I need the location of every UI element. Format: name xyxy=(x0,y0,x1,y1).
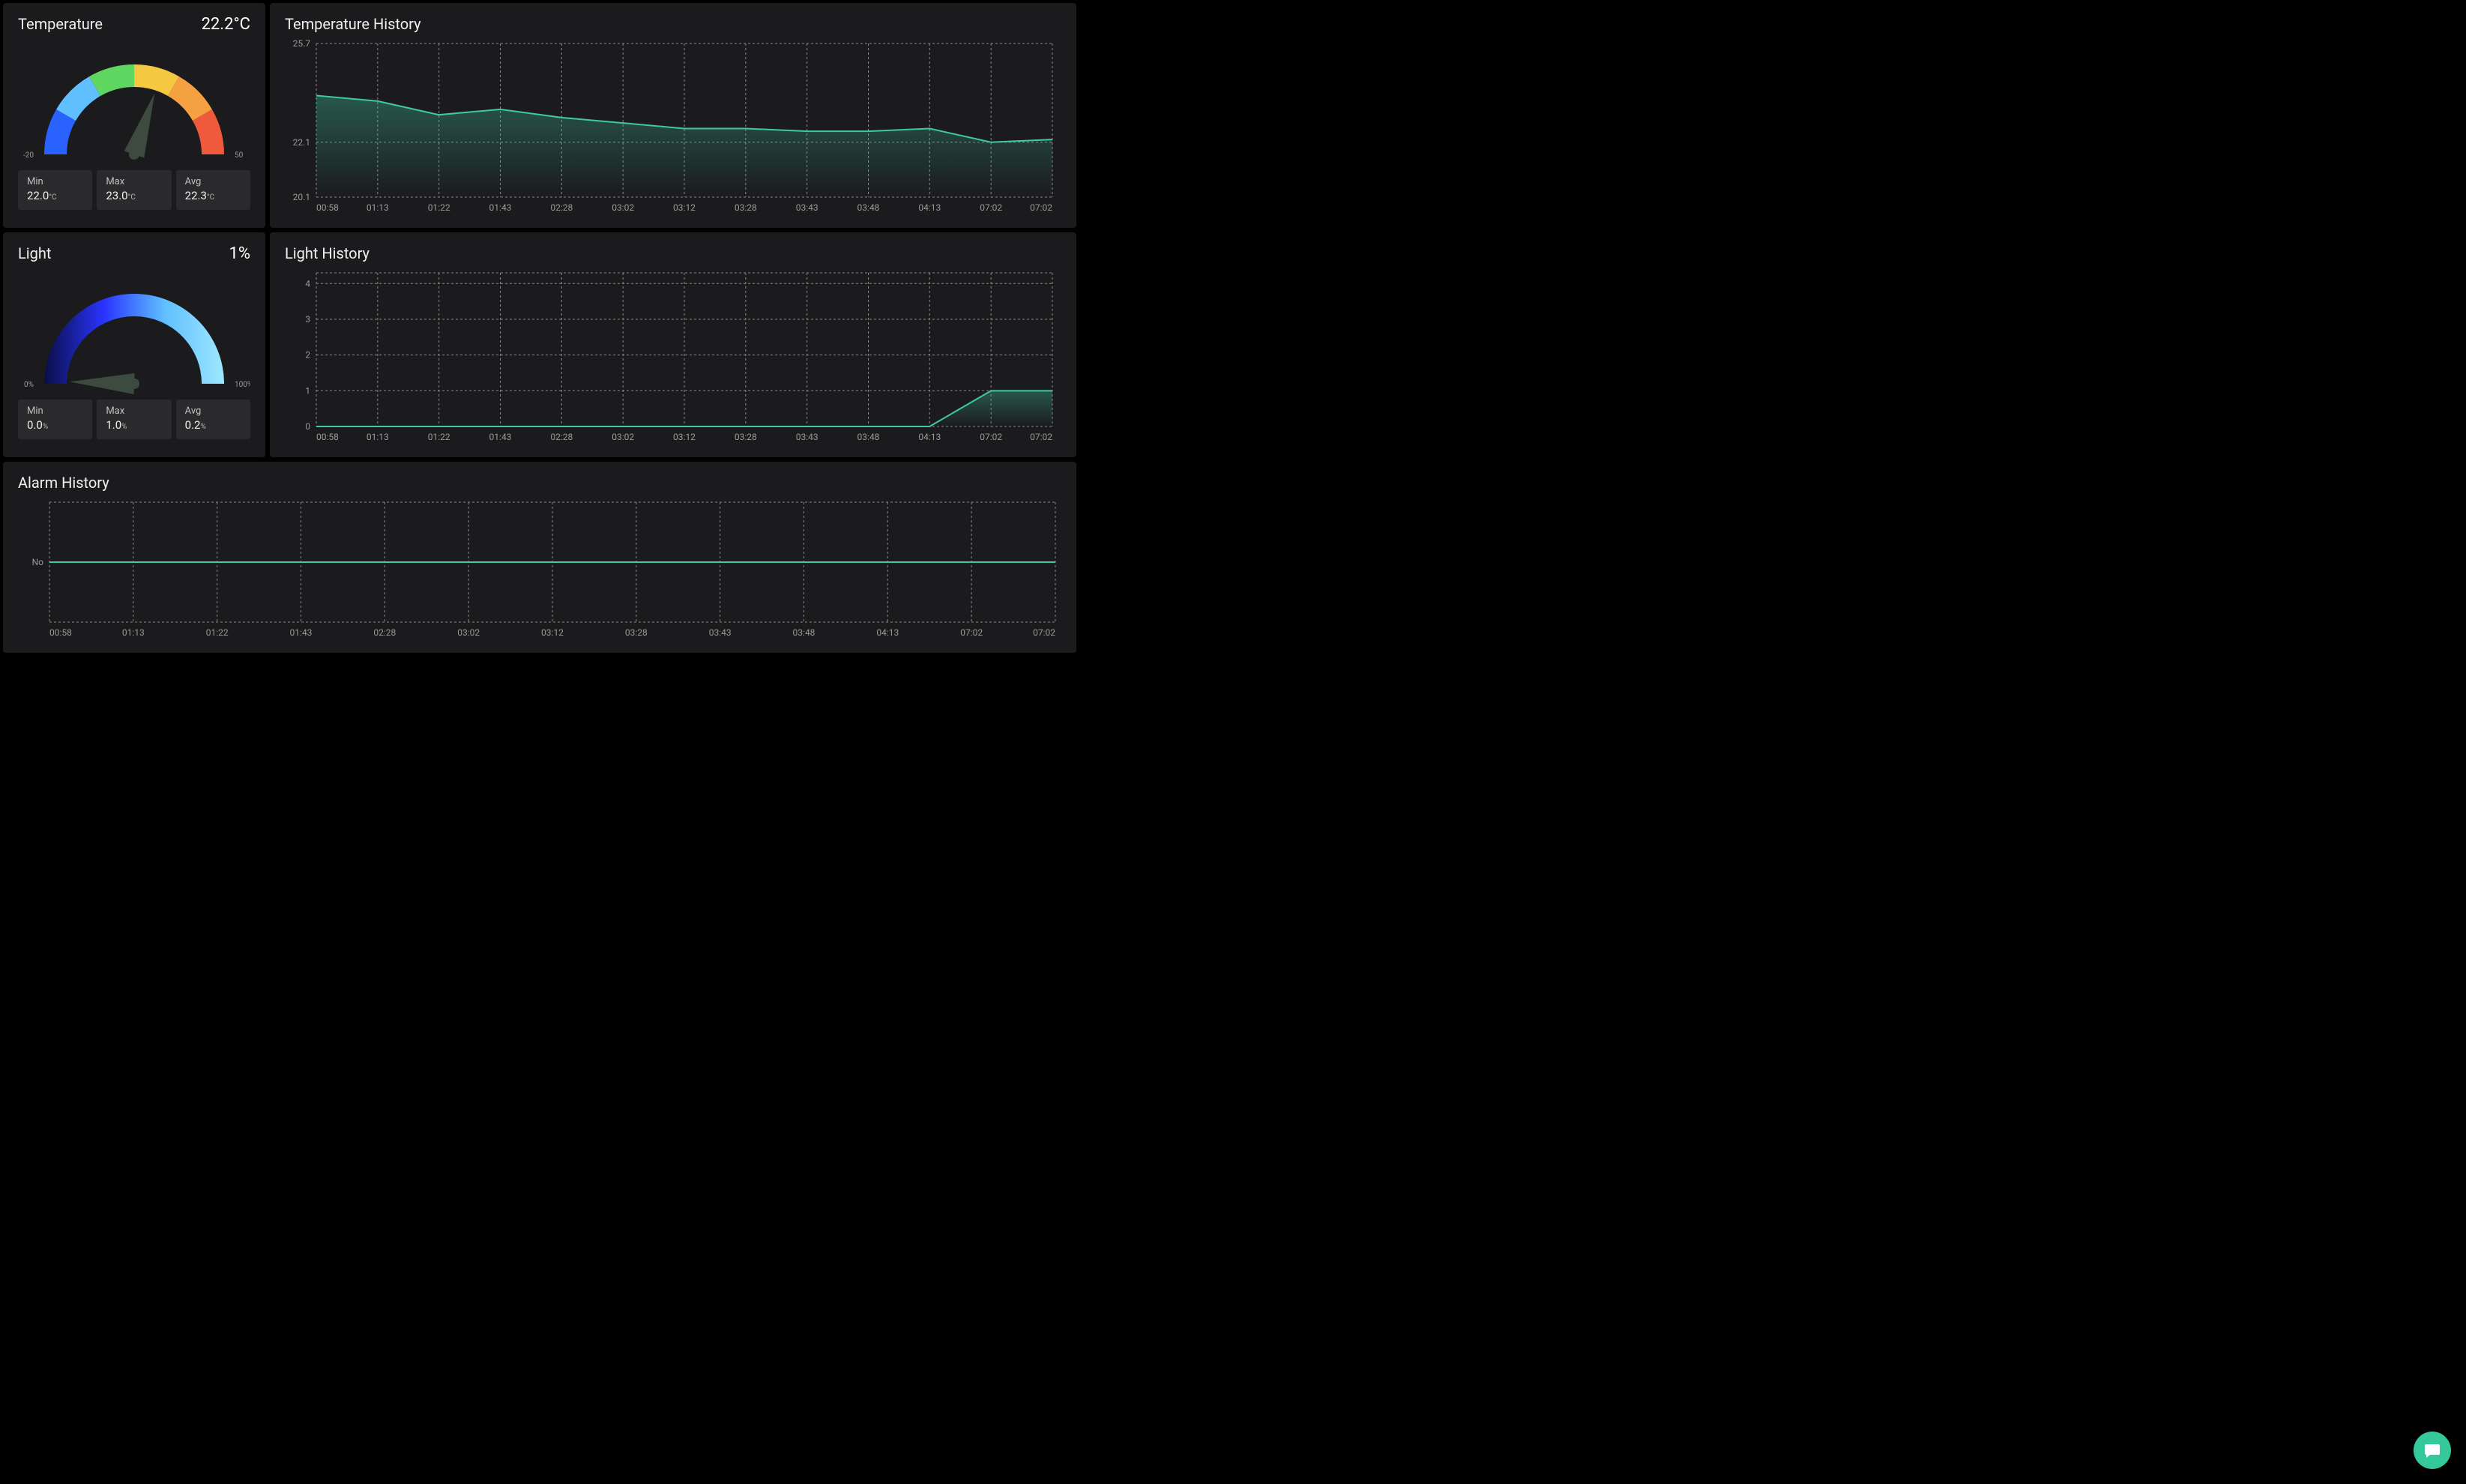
stat-value: 1.0% xyxy=(106,418,162,432)
temperature-history-chart: 00:58 01:13 01:22 01:43 02:28 03:02 03:12 03:28… xyxy=(285,33,1057,217)
light-value: 1% xyxy=(229,244,250,263)
svg-text:04:13: 04:13 xyxy=(918,432,941,442)
stat-label: Avg xyxy=(185,176,241,187)
stat-label: Min xyxy=(27,176,83,187)
svg-text:01:43: 01:43 xyxy=(489,202,512,213)
temperature-panel: Temperature 22.2°C -20 50 Min 22.0°C Max … xyxy=(3,3,265,228)
svg-text:07:02: 07:02 xyxy=(980,432,1002,442)
svg-text:01:43: 01:43 xyxy=(290,627,313,638)
stat-value: 0.2% xyxy=(185,418,241,432)
light-panel: Light 1% 0% 100% Min 0.0% Max 1.0% Avg 0.… xyxy=(3,232,265,457)
svg-text:1: 1 xyxy=(305,385,310,396)
svg-text:02:28: 02:28 xyxy=(550,202,573,213)
svg-text:07:02: 07:02 xyxy=(1030,202,1052,213)
svg-text:25.7: 25.7 xyxy=(293,38,311,49)
svg-text:03:28: 03:28 xyxy=(735,432,757,442)
alarm-history-panel: Alarm History 00:5801:1301:2201:4302:280… xyxy=(3,462,1076,653)
alarm-history-chart: 00:58 01:13 01:22 01:43 02:28 03:02 03:12 03:28… xyxy=(18,492,1060,642)
temperature-title: Temperature xyxy=(18,15,103,33)
svg-text:07:02: 07:02 xyxy=(1033,627,1055,638)
svg-text:01:13: 01:13 xyxy=(367,202,389,213)
svg-text:07:02: 07:02 xyxy=(960,627,983,638)
light-history-title: Light History xyxy=(285,244,1061,262)
stat-value: 22.0°C xyxy=(27,189,83,202)
alarm-history-title: Alarm History xyxy=(18,474,1061,492)
stat-value: 23.0°C xyxy=(106,189,162,202)
svg-text:03:28: 03:28 xyxy=(735,202,757,213)
svg-text:0: 0 xyxy=(305,421,310,432)
light-min-box: Min 0.0% xyxy=(18,399,92,439)
light-history-chart: 00:58 01:13 01:22 01:43 02:28 03:02 03:12 03:28… xyxy=(285,262,1057,446)
temp-max-box: Max 23.0°C xyxy=(97,170,171,210)
svg-text:03:12: 03:12 xyxy=(673,432,696,442)
stat-label: Avg xyxy=(185,405,241,417)
svg-text:03:02: 03:02 xyxy=(457,627,480,638)
svg-text:50: 50 xyxy=(235,151,244,160)
svg-text:20.1: 20.1 xyxy=(293,192,310,202)
light-avg-box: Avg 0.2% xyxy=(176,399,250,439)
svg-text:03:12: 03:12 xyxy=(541,627,564,638)
svg-text:01:22: 01:22 xyxy=(206,627,229,638)
chat-button[interactable] xyxy=(2414,1432,2451,1469)
light-gauge: 0% 100% xyxy=(18,268,250,395)
svg-text:22.1: 22.1 xyxy=(293,137,310,148)
svg-text:03:12: 03:12 xyxy=(673,202,696,213)
svg-text:01:13: 01:13 xyxy=(367,432,389,442)
svg-text:100%: 100% xyxy=(235,381,250,389)
stat-label: Max xyxy=(106,176,162,187)
svg-text:03:43: 03:43 xyxy=(796,432,819,442)
stat-value: 22.3°C xyxy=(185,189,241,202)
svg-text:03:48: 03:48 xyxy=(857,432,880,442)
svg-text:03:43: 03:43 xyxy=(709,627,732,638)
light-history-panel: Light History 00:5801:1301:2201:4302:280… xyxy=(270,232,1076,457)
svg-text:02:28: 02:28 xyxy=(550,432,573,442)
svg-text:00:58: 00:58 xyxy=(316,432,339,442)
light-title: Light xyxy=(18,244,51,262)
chat-icon xyxy=(2423,1441,2441,1459)
svg-text:01:22: 01:22 xyxy=(428,432,450,442)
temperature-value: 22.2°C xyxy=(202,15,250,34)
svg-text:No: No xyxy=(32,557,44,567)
svg-text:03:02: 03:02 xyxy=(612,202,634,213)
svg-text:0%: 0% xyxy=(24,381,34,389)
light-max-box: Max 1.0% xyxy=(97,399,171,439)
svg-text:04:13: 04:13 xyxy=(918,202,941,213)
svg-text:2: 2 xyxy=(305,350,310,361)
svg-text:07:02: 07:02 xyxy=(1030,432,1052,442)
svg-text:01:13: 01:13 xyxy=(122,627,145,638)
stat-label: Max xyxy=(106,405,162,417)
svg-text:02:28: 02:28 xyxy=(373,627,396,638)
temp-min-box: Min 22.0°C xyxy=(18,170,92,210)
svg-text:04:13: 04:13 xyxy=(876,627,899,638)
svg-text:4: 4 xyxy=(305,278,310,289)
svg-text:3: 3 xyxy=(305,314,310,325)
svg-text:-20: -20 xyxy=(23,151,34,160)
svg-text:03:48: 03:48 xyxy=(793,627,816,638)
temperature-history-panel: Temperature History 00:58 01:13 01:22 01:43… xyxy=(270,3,1076,228)
temp-avg-box: Avg 22.3°C xyxy=(176,170,250,210)
svg-text:01:43: 01:43 xyxy=(489,432,512,442)
svg-text:03:28: 03:28 xyxy=(625,627,648,638)
svg-text:01:22: 01:22 xyxy=(428,202,450,213)
svg-text:03:48: 03:48 xyxy=(857,202,880,213)
svg-text:03:43: 03:43 xyxy=(796,202,819,213)
stat-label: Min xyxy=(27,405,83,417)
stat-value: 0.0% xyxy=(27,418,83,432)
temperature-history-title: Temperature History xyxy=(285,15,1061,33)
svg-text:00:58: 00:58 xyxy=(49,627,72,638)
svg-text:03:02: 03:02 xyxy=(612,432,634,442)
svg-text:07:02: 07:02 xyxy=(980,202,1002,213)
temperature-gauge: -20 50 xyxy=(18,38,250,166)
svg-text:00:58: 00:58 xyxy=(316,202,339,213)
